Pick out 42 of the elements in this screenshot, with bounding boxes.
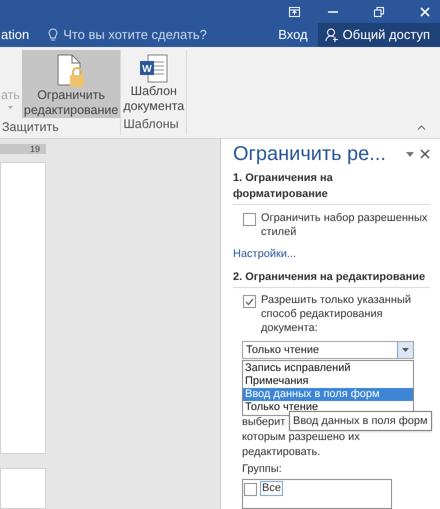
- dropdown-button[interactable]: [397, 342, 413, 358]
- document-lock-icon: [56, 54, 86, 88]
- dropdown-option[interactable]: Примечания: [243, 375, 413, 388]
- collapse-ribbon-icon[interactable]: [417, 125, 426, 130]
- restore-icon[interactable]: [374, 6, 384, 16]
- group-label: Шаблоны: [122, 116, 180, 134]
- exceptions-text: выберит: [242, 415, 286, 430]
- dropdown-option[interactable]: Только чтение: [243, 401, 413, 414]
- caret-icon: [8, 106, 13, 109]
- checkbox[interactable]: [243, 295, 256, 308]
- ribbon-display-icon[interactable]: [289, 6, 300, 16]
- dropdown-arrow-icon[interactable]: [406, 152, 414, 156]
- section-heading: 2. Ограничения на редактирование: [233, 269, 430, 288]
- sign-in-link[interactable]: Вход: [278, 25, 308, 45]
- checkbox[interactable]: [243, 213, 256, 226]
- group-item: Все: [260, 481, 283, 496]
- search-field[interactable]: Что вы хотите сделать?: [63, 25, 207, 45]
- settings-link[interactable]: Настройки...: [233, 247, 296, 261]
- ribbon-tab[interactable]: ation: [0, 25, 30, 45]
- ribbon-button[interactable]: W Шаблон документа: [121, 50, 186, 116]
- checkbox-label: Ограничить набор разрешенных стилей: [261, 211, 428, 239]
- exceptions-text: которым разрешено их: [242, 430, 360, 445]
- section-heading: 1. Ограничения на форматирование: [233, 170, 430, 205]
- exceptions-text: редактировать.: [242, 445, 320, 460]
- tooltip: Ввод данных в поля форм: [289, 411, 432, 431]
- dropdown-option[interactable]: Запись исправлений: [243, 362, 413, 375]
- dropdown-option[interactable]: Ввод данных в поля форм: [243, 388, 413, 401]
- checkmark-icon: [245, 298, 254, 306]
- share-button[interactable]: Общий доступ: [318, 23, 440, 47]
- pane-title: Ограничить ре...: [233, 142, 386, 166]
- group-label: Защитить: [1, 119, 60, 136]
- caret-icon: [402, 348, 409, 352]
- person-add-icon: [324, 28, 339, 42]
- editing-type-dropdown[interactable]: Только чтение: [242, 341, 414, 359]
- checkbox-label: Разрешить только указанный способ редактирования документа:: [261, 293, 412, 335]
- groups-label: Группы:: [242, 462, 283, 476]
- minimize-icon[interactable]: [328, 10, 338, 12]
- close-icon[interactable]: [420, 149, 430, 159]
- ribbon-button[interactable]: Ограничить редактирование: [22, 50, 120, 118]
- lightbulb-icon: [48, 28, 58, 42]
- ruler: 19: [0, 144, 46, 154]
- checkbox[interactable]: [244, 483, 257, 496]
